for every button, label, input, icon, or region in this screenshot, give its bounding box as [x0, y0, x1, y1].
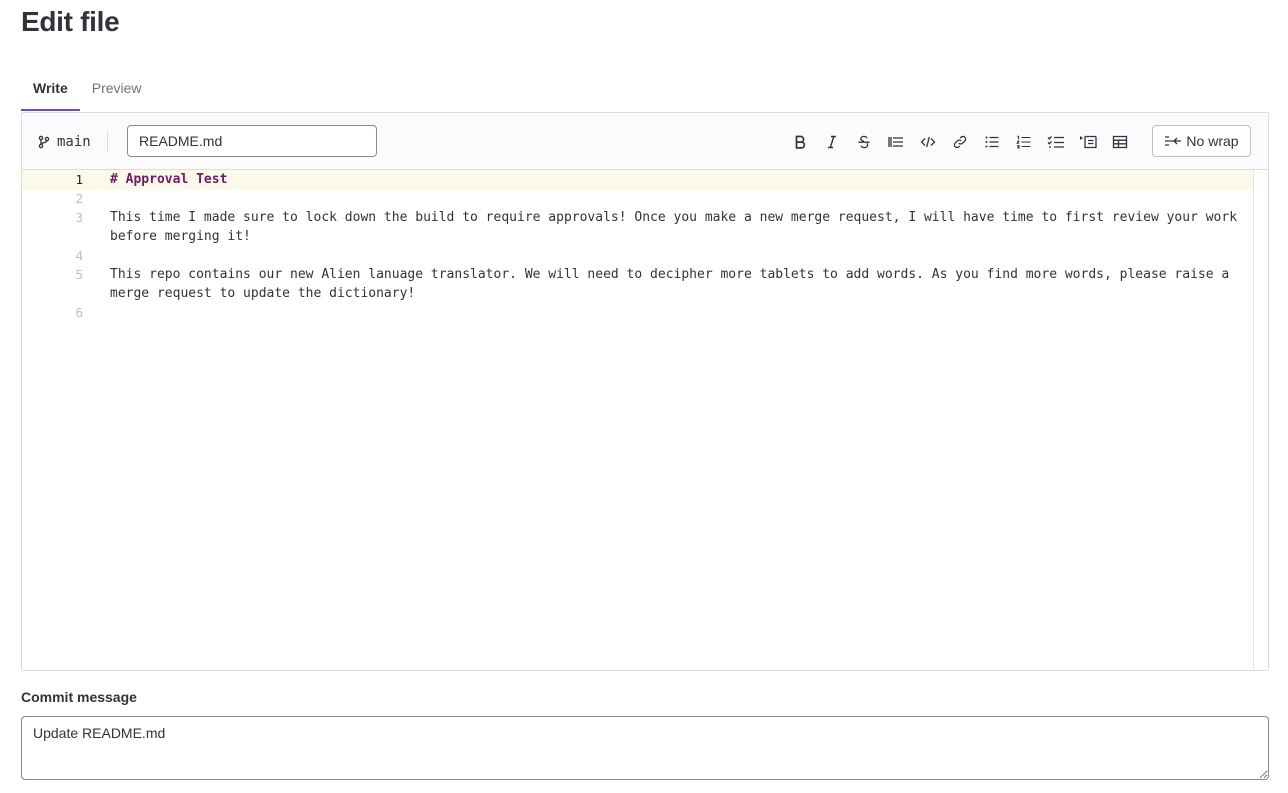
- branch-name: main: [57, 134, 91, 150]
- collapsible-section-icon[interactable]: [1072, 130, 1104, 154]
- line-text: # Approval Test: [110, 172, 228, 187]
- page-title: Edit file: [21, 6, 120, 37]
- line-number: 3: [75, 210, 83, 225]
- bulleted-list-icon[interactable]: [976, 130, 1008, 154]
- table-icon[interactable]: [1104, 130, 1136, 154]
- code-line[interactable]: 2​: [22, 189, 1254, 208]
- markdown-toolbar: [784, 130, 1136, 154]
- file-name-input[interactable]: [127, 125, 377, 157]
- no-wrap-button[interactable]: No wrap: [1152, 125, 1251, 157]
- line-text: ​: [110, 303, 1244, 322]
- code-line[interactable]: 3 This time I made sure to lock down the …: [22, 208, 1254, 246]
- line-number: 6: [75, 305, 83, 320]
- no-wrap-label: No wrap: [1186, 133, 1239, 149]
- branch-indicator: main: [38, 132, 108, 152]
- line-number: 4: [75, 248, 83, 263]
- line-text: ​: [110, 189, 1244, 208]
- line-number: 5: [75, 267, 83, 282]
- file-editor: main README.md No wrap 1 # Approval Test…: [21, 112, 1269, 671]
- tab-write[interactable]: Write: [21, 66, 80, 111]
- commit-message-input[interactable]: [21, 716, 1269, 780]
- line-number: 1: [75, 172, 83, 187]
- link-icon[interactable]: [944, 130, 976, 154]
- quote-icon[interactable]: [880, 130, 912, 154]
- tab-preview[interactable]: Preview: [80, 66, 154, 111]
- code-editor[interactable]: 1# Approval Test2​3This time I made sure…: [22, 170, 1254, 670]
- editor-tabs: Write Preview: [21, 66, 1269, 112]
- line-text: ​: [110, 246, 1244, 265]
- line-text: This repo contains our new Alien lanuage…: [110, 267, 1238, 301]
- code-line[interactable]: 4​: [22, 246, 1254, 265]
- numbered-list-icon[interactable]: [1008, 130, 1040, 154]
- commit-message-label: Commit message: [21, 689, 137, 705]
- italic-icon[interactable]: [816, 130, 848, 154]
- line-text: This time I made sure to lock down the b…: [110, 210, 1245, 244]
- editor-scrollbar[interactable]: [1253, 170, 1268, 670]
- code-icon[interactable]: [912, 130, 944, 154]
- editor-header: main README.md No wrap: [22, 113, 1268, 170]
- bold-icon[interactable]: [784, 130, 816, 154]
- code-line[interactable]: 1 # Approval Test: [22, 170, 1254, 189]
- strikethrough-icon[interactable]: [848, 130, 880, 154]
- branch-icon: [38, 135, 50, 149]
- code-line[interactable]: 6​: [22, 303, 1254, 322]
- task-list-icon[interactable]: [1040, 130, 1072, 154]
- line-number: 2: [75, 191, 83, 206]
- code-line[interactable]: 5 This repo contains our new Alien lanuag…: [22, 265, 1254, 303]
- wrap-icon: [1165, 136, 1182, 146]
